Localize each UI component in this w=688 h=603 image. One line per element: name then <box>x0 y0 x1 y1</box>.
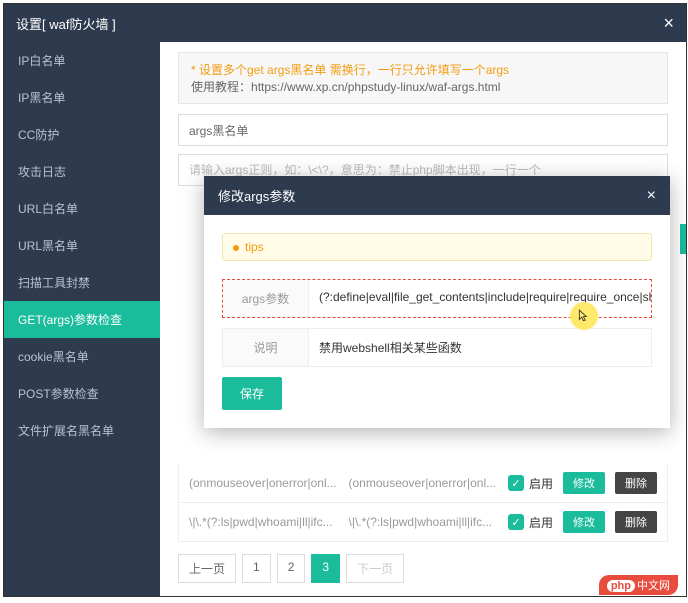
cell-pattern: \|\.*(?:ls|pwd|whoami|ll|ifc... <box>349 515 499 529</box>
watermark: 中文网 <box>599 575 678 595</box>
info-line1: * 设置多个get args黑名单 需换行，一行只允许填写一个args <box>191 61 655 78</box>
next-page-button[interactable]: 下一页 <box>346 554 404 583</box>
edit-args-modal: 修改args参数 × tips args参数 (?:define|eval|fi… <box>204 176 670 428</box>
sidebar-item-post-check[interactable]: POST参数检查 <box>4 375 160 412</box>
save-button[interactable]: 保存 <box>222 377 282 410</box>
pagination: 上一页 1 2 3 下一页 <box>178 554 668 583</box>
edit-button[interactable]: 修改 <box>563 511 605 533</box>
sidebar-item-ip-whitelist[interactable]: IP白名单 <box>4 42 160 79</box>
sidebar-item-url-whitelist[interactable]: URL白名单 <box>4 190 160 227</box>
table-row: (onmouseover|onerror|onl... (onmouseover… <box>178 464 668 503</box>
args-field-highlight: args参数 (?:define|eval|file_get_contents|… <box>222 279 652 318</box>
cell-pattern: \|\.*(?:ls|pwd|whoami|ll|ifc... <box>189 515 339 529</box>
edit-button[interactable]: 修改 <box>563 472 605 494</box>
delete-button[interactable]: 删除 <box>615 472 657 494</box>
sidebar-item-ext-blacklist[interactable]: 文件扩展名黑名单 <box>4 412 160 449</box>
sidebar-item-get-args[interactable]: GET(args)参数检查 <box>4 301 160 338</box>
sidebar-item-url-blacklist[interactable]: URL黑名单 <box>4 227 160 264</box>
sidebar: IP白名单 IP黑名单 CC防护 攻击日志 URL白名单 URL黑名单 扫描工具… <box>4 42 160 596</box>
desc-value-input[interactable]: 禁用webshell相关某些函数 <box>309 329 651 366</box>
sidebar-item-cookie-blacklist[interactable]: cookie黑名单 <box>4 338 160 375</box>
prev-page-button[interactable]: 上一页 <box>178 554 236 583</box>
window-title: 设置[ waf防火墙 ] <box>16 14 116 33</box>
main-content: * 设置多个get args黑名单 需换行，一行只允许填写一个args 使用教程… <box>160 42 686 596</box>
sidebar-item-ip-blacklist[interactable]: IP黑名单 <box>4 79 160 116</box>
check-icon: ✓ <box>508 514 524 530</box>
dot-icon <box>233 245 239 251</box>
page-2-button[interactable]: 2 <box>277 554 306 583</box>
delete-button[interactable]: 删除 <box>615 511 657 533</box>
check-icon: ✓ <box>508 475 524 491</box>
desc-label: 说明 <box>223 329 309 366</box>
add-button-edge[interactable] <box>680 224 686 254</box>
args-label: args参数 <box>223 280 309 317</box>
status-toggle[interactable]: ✓ 启用 <box>508 514 553 531</box>
cell-pattern: (onmouseover|onerror|onl... <box>349 476 499 490</box>
sidebar-item-attack-log[interactable]: 攻击日志 <box>4 153 160 190</box>
modal-title: 修改args参数 <box>218 186 295 205</box>
close-icon[interactable]: × <box>663 13 674 34</box>
modal-close-icon[interactable]: × <box>647 187 656 205</box>
cell-pattern: (onmouseover|onerror|onl... <box>189 476 339 490</box>
page-3-button[interactable]: 3 <box>311 554 340 583</box>
args-value-input[interactable]: (?:define|eval|file_get_contents|include… <box>309 280 651 317</box>
table-row: \|\.*(?:ls|pwd|whoami|ll|ifc... \|\.*(?:… <box>178 503 668 542</box>
window-titlebar: 设置[ waf防火墙 ] × <box>4 4 686 42</box>
sidebar-item-scanner-ban[interactable]: 扫描工具封禁 <box>4 264 160 301</box>
desc-field: 说明 禁用webshell相关某些函数 <box>222 328 652 367</box>
modal-header: 修改args参数 × <box>204 176 670 215</box>
info-line2: 使用教程：https://www.xp.cn/phpstudy-linux/wa… <box>191 78 655 95</box>
sidebar-item-cc[interactable]: CC防护 <box>4 116 160 153</box>
title-input[interactable] <box>178 114 668 146</box>
status-toggle[interactable]: ✓ 启用 <box>508 475 553 492</box>
modal-body: tips args参数 (?:define|eval|file_get_cont… <box>204 215 670 428</box>
page-1-button[interactable]: 1 <box>242 554 271 583</box>
info-box: * 设置多个get args黑名单 需换行，一行只允许填写一个args 使用教程… <box>178 52 668 104</box>
tips-box: tips <box>222 233 652 261</box>
